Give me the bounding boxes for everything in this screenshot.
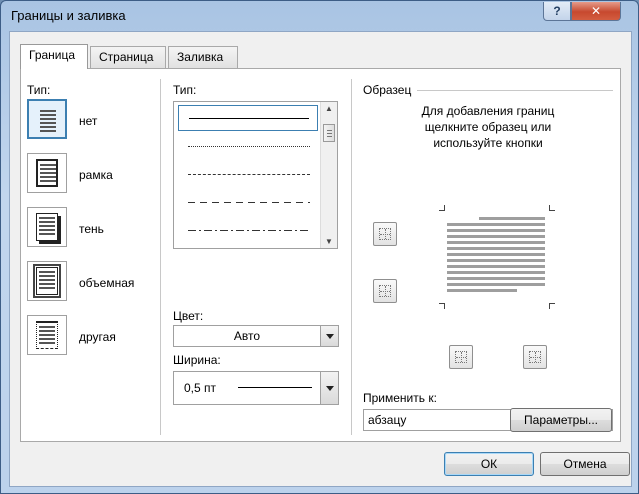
help-button[interactable]: ?: [543, 2, 571, 21]
setting-shadow-label[interactable]: тень: [79, 222, 104, 236]
line-style-dash-dot[interactable]: [178, 218, 318, 244]
setting-none-icon[interactable]: [27, 99, 67, 139]
tab-shading[interactable]: Заливка: [168, 46, 238, 68]
instruction-line: используйте кнопки: [433, 136, 543, 150]
tab-label: Заливка: [177, 50, 224, 64]
help-icon: ?: [553, 4, 561, 18]
ok-button[interactable]: ОК: [444, 452, 534, 476]
divider: [160, 79, 161, 435]
close-button[interactable]: ✕: [571, 2, 621, 21]
setting-custom-icon[interactable]: [27, 315, 67, 355]
setting-shadow-icon[interactable]: [27, 207, 67, 247]
apply-to-value: абзацу: [368, 413, 407, 427]
options-button-label: Параметры...: [524, 413, 598, 427]
setting-box-icon[interactable]: [27, 153, 67, 193]
width-select[interactable]: 0,5 пт: [173, 371, 339, 405]
scroll-up-icon[interactable]: ▲: [325, 104, 333, 113]
apply-to-label: Применить к:: [363, 391, 437, 405]
tab-label: Страница: [99, 50, 154, 64]
tab-borders[interactable]: Граница: [20, 44, 88, 69]
setting-3d-label[interactable]: объемная: [79, 276, 134, 290]
tab-page-border[interactable]: Страница: [90, 46, 166, 68]
line-style-dotted[interactable]: [178, 134, 318, 160]
setting-none-label[interactable]: нет: [79, 114, 97, 128]
close-icon: ✕: [590, 4, 602, 18]
chevron-down-icon: [325, 333, 334, 339]
width-line-sample: [238, 387, 312, 388]
bottom-border-button[interactable]: [373, 279, 397, 303]
top-border-button[interactable]: [373, 222, 397, 246]
width-dropdown-button[interactable]: [320, 372, 338, 404]
color-dropdown-button[interactable]: [320, 326, 338, 346]
border-right-icon: [529, 351, 541, 363]
border-top-icon: [379, 228, 391, 240]
border-bottom-icon: [379, 285, 391, 297]
color-label: Цвет:: [173, 309, 204, 323]
setting-3d-icon[interactable]: [27, 261, 67, 301]
color-value: Авто: [233, 329, 261, 343]
chevron-down-icon: [325, 385, 334, 391]
divider: [351, 79, 352, 435]
dialog-window: Границы и заливка ? ✕ Граница Страница З…: [0, 0, 639, 494]
instruction-line: щелкните образец или: [424, 120, 552, 134]
style-list-scrollbar[interactable]: ▲ ▼: [320, 102, 337, 248]
title-bar[interactable]: Границы и заливка ? ✕: [1, 1, 638, 31]
preview-group-line: [417, 90, 613, 91]
tab-label: Граница: [29, 48, 76, 62]
width-value: 0,5 пт: [184, 381, 217, 395]
scroll-thumb[interactable]: [323, 124, 335, 142]
options-button[interactable]: Параметры...: [510, 408, 612, 432]
color-select[interactable]: Авто: [173, 325, 339, 347]
left-border-button[interactable]: [449, 345, 473, 369]
scroll-down-icon[interactable]: ▼: [325, 237, 333, 246]
border-left-icon: [455, 351, 467, 363]
preview-label: Образец: [363, 83, 412, 97]
cancel-button-label: Отмена: [563, 457, 607, 471]
dialog-client: Граница Страница Заливка Тип: нет рамка …: [9, 31, 632, 487]
right-border-button[interactable]: [523, 345, 547, 369]
width-label: Ширина:: [173, 353, 221, 367]
preview-instructions: Для добавления границ щелкните образец и…: [363, 103, 613, 151]
style-label: Тип:: [173, 83, 197, 97]
line-style-dashed-large[interactable]: [178, 190, 318, 216]
setting-label: Тип:: [27, 83, 51, 97]
line-style-list[interactable]: ▲ ▼: [173, 101, 338, 249]
line-style-dashed-small[interactable]: [178, 162, 318, 188]
instruction-line: Для добавления границ: [421, 104, 555, 118]
line-style-solid[interactable]: [178, 105, 318, 131]
dialog-title: Границы и заливка: [11, 8, 126, 23]
cancel-button[interactable]: Отмена: [540, 452, 630, 476]
tab-panel: Тип: нет рамка тень объемная другая Тип:…: [20, 68, 621, 442]
ok-button-label: ОК: [480, 457, 498, 471]
preview-area[interactable]: [439, 205, 555, 309]
setting-custom-label[interactable]: другая: [79, 330, 116, 344]
setting-box-label[interactable]: рамка: [79, 168, 113, 182]
